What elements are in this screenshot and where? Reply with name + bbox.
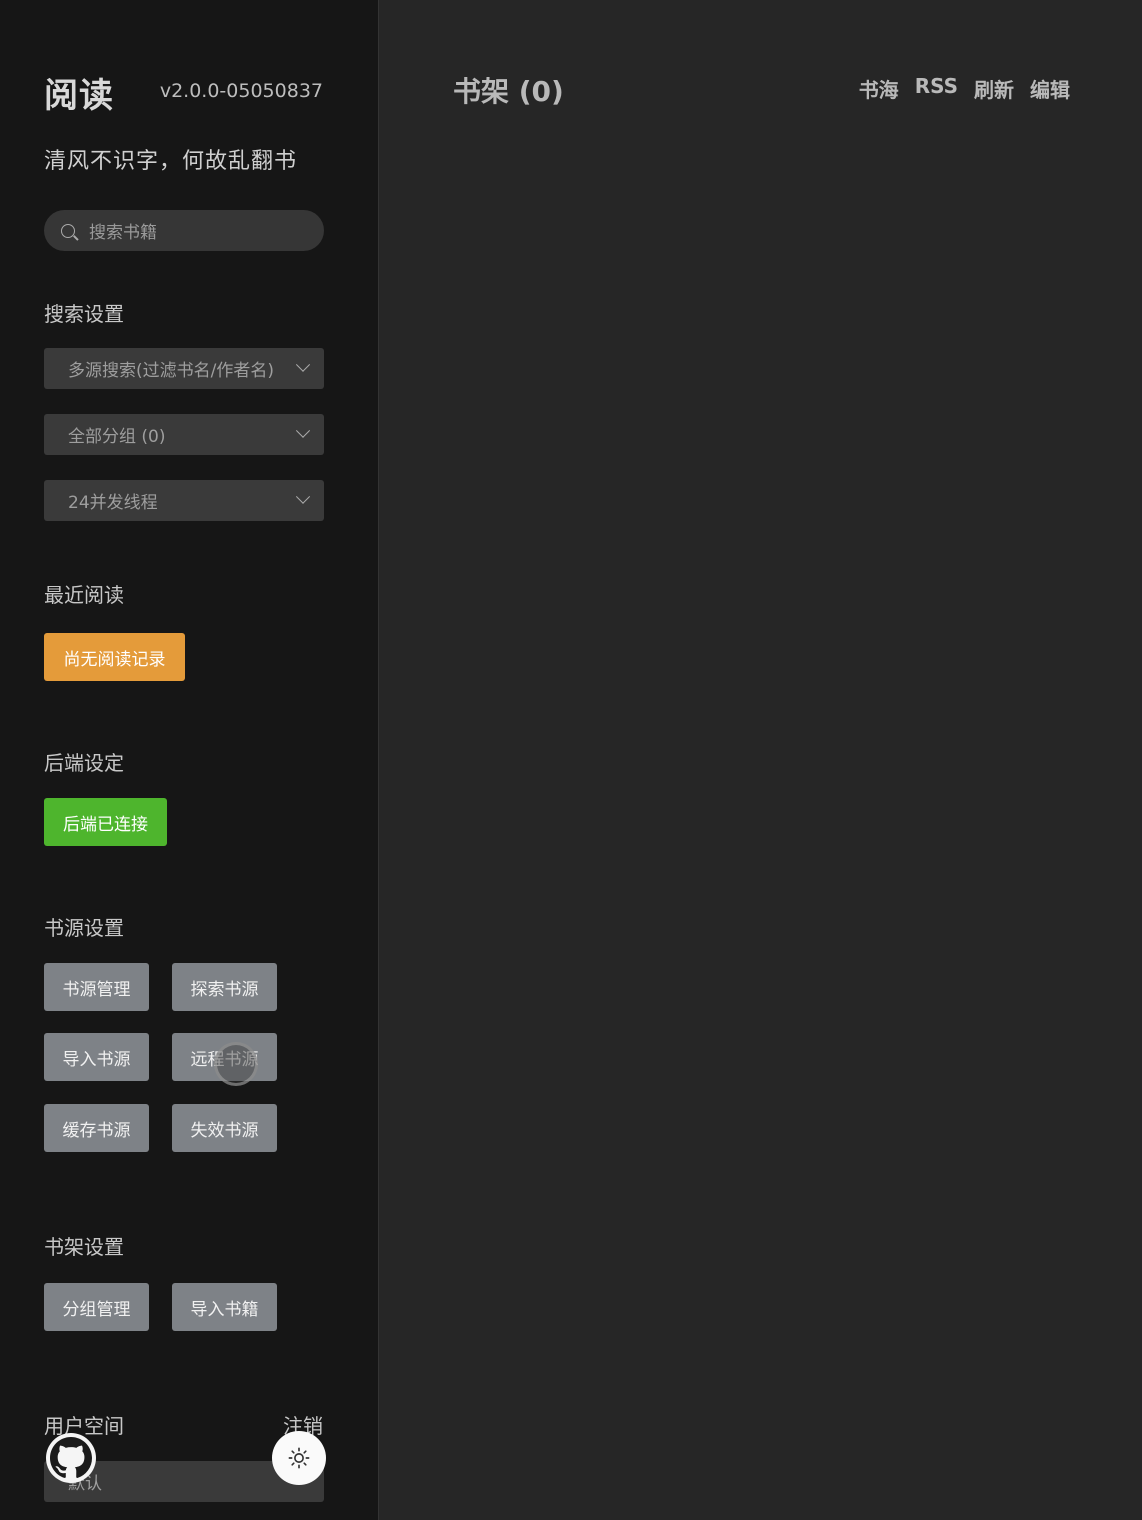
import-books-button[interactable]: 导入书籍 <box>172 1283 277 1331</box>
sun-icon <box>288 1447 310 1469</box>
search-mode-select[interactable]: 多源搜索(过滤书名/作者名) <box>44 348 324 389</box>
nav-edit[interactable]: 编辑 <box>1030 74 1070 103</box>
import-source-button[interactable]: 导入书源 <box>44 1033 149 1081</box>
top-nav: 书海 RSS 刷新 编辑 <box>859 74 1070 103</box>
backend-title: 后端设定 <box>44 751 124 775</box>
nav-rss[interactable]: RSS <box>915 74 958 103</box>
app-version: v2.0.0-05050837 <box>159 80 323 102</box>
github-button[interactable] <box>46 1433 96 1483</box>
threads-value: 24并发线程 <box>68 493 158 513</box>
app-motto: 清风不识字，何故乱翻书 <box>44 149 298 174</box>
theme-toggle-button[interactable] <box>272 1431 326 1485</box>
group-value: 全部分组 (0) <box>68 427 166 447</box>
invalid-source-button[interactable]: 失效书源 <box>172 1104 277 1152</box>
search-mode-value: 多源搜索(过滤书名/作者名) <box>68 361 274 381</box>
group-manage-button[interactable]: 分组管理 <box>44 1283 149 1331</box>
sidebar: 阅读 v2.0.0-05050837 清风不识字，何故乱翻书 搜索书籍 搜索设置… <box>0 0 379 1520</box>
chevron-down-icon <box>295 423 311 438</box>
user-value: 默认 <box>68 1474 102 1494</box>
threads-select[interactable]: 24并发线程 <box>44 480 324 521</box>
no-history-button[interactable]: 尚无阅读记录 <box>44 633 185 681</box>
bookshelf-title: 书架 (0) <box>453 75 564 108</box>
github-icon <box>50 1437 92 1478</box>
search-input[interactable]: 搜索书籍 <box>44 210 324 251</box>
chevron-down-icon <box>295 489 311 504</box>
explore-source-button[interactable]: 探索书源 <box>172 963 277 1011</box>
cache-source-button[interactable]: 缓存书源 <box>44 1104 149 1152</box>
recent-title: 最近阅读 <box>44 583 124 607</box>
group-select[interactable]: 全部分组 (0) <box>44 414 324 455</box>
user-space-title: 用户空间 <box>44 1414 124 1438</box>
app-title: 阅读 <box>44 76 114 116</box>
shelf-settings-title: 书架设置 <box>44 1235 124 1259</box>
app-root: 阅读 v2.0.0-05050837 清风不识字，何故乱翻书 搜索书籍 搜索设置… <box>0 0 1142 1520</box>
backend-connected-button[interactable]: 后端已连接 <box>44 798 167 846</box>
source-settings-title: 书源设置 <box>44 916 124 940</box>
nav-refresh[interactable]: 刷新 <box>974 74 1014 103</box>
source-manage-button[interactable]: 书源管理 <box>44 963 149 1011</box>
nav-book-sea[interactable]: 书海 <box>859 74 899 103</box>
search-settings-title: 搜索设置 <box>44 302 124 326</box>
loading-spinner <box>214 1042 258 1086</box>
search-placeholder: 搜索书籍 <box>89 223 157 243</box>
chevron-down-icon <box>295 357 311 372</box>
search-icon <box>61 223 75 238</box>
